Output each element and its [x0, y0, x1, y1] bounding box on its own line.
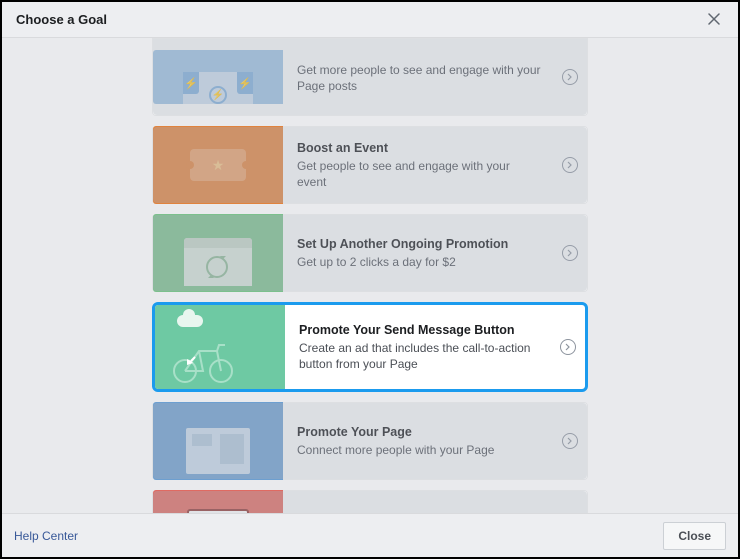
modal-header: Choose a Goal	[2, 2, 738, 38]
laptop-icon	[187, 509, 249, 513]
goal-card-promote-page[interactable]: Promote Your Page Connect more people wi…	[152, 402, 588, 480]
chevron-right-icon	[553, 433, 587, 449]
close-icon[interactable]	[704, 8, 724, 32]
goal-title: Boost an Event	[297, 140, 541, 156]
goal-thumb-website	[153, 490, 283, 513]
goal-card-boost-post[interactable]: ⚡ ⚡ ⚡ Get more people to see and engage …	[152, 38, 588, 116]
goal-thumb-promote-page	[153, 402, 283, 480]
goal-thumb-boost-post: ⚡ ⚡ ⚡	[153, 50, 283, 104]
goal-desc: Get more people to see and engage with y…	[297, 62, 541, 94]
modal-title: Choose a Goal	[16, 12, 107, 27]
goal-desc: Get up to 2 clicks a day for $2	[297, 254, 541, 270]
bolt-icon: ⚡	[183, 72, 199, 94]
goal-title: Promote Your Page	[297, 424, 541, 440]
choose-goal-modal: Choose a Goal ⚡ ⚡ ⚡	[2, 2, 738, 557]
goal-card-website-visitors[interactable]: Get More Website Visitors Create an ad t…	[152, 490, 588, 513]
goal-desc: Get people to see and engage with your e…	[297, 158, 541, 190]
modal-footer: Help Center Close	[2, 513, 738, 557]
modal-body: ⚡ ⚡ ⚡ Get more people to see and engage …	[2, 38, 738, 513]
goal-title: Get More Website Visitors	[297, 512, 541, 513]
goal-title: Promote Your Send Message Button	[299, 322, 539, 338]
goal-card-send-message[interactable]: Promote Your Send Message Button Create …	[152, 302, 588, 392]
goal-title: Set Up Another Ongoing Promotion	[297, 236, 541, 252]
bicycle-icon	[169, 339, 239, 383]
goal-list-scroll[interactable]: ⚡ ⚡ ⚡ Get more people to see and engage …	[2, 38, 738, 513]
bolt-icon: ⚡	[237, 72, 253, 94]
cycle-icon	[206, 256, 228, 278]
cloud-icon	[177, 315, 203, 327]
browser-icon	[184, 238, 252, 286]
close-button[interactable]: Close	[663, 522, 726, 550]
chevron-right-icon	[553, 157, 587, 173]
help-center-link[interactable]: Help Center	[14, 529, 78, 543]
goal-thumb-boost-event: ★	[153, 126, 283, 204]
chevron-right-icon	[553, 69, 587, 85]
star-icon: ★	[212, 157, 225, 174]
page-icon	[186, 428, 250, 474]
goal-desc: Create an ad that includes the call-to-a…	[299, 340, 539, 372]
chevron-right-icon	[551, 339, 585, 355]
goal-desc: Connect more people with your Page	[297, 442, 541, 458]
goal-thumb-ongoing	[153, 214, 283, 292]
goal-card-ongoing-promotion[interactable]: Set Up Another Ongoing Promotion Get up …	[152, 214, 588, 292]
ticket-icon: ★	[190, 149, 246, 181]
spark-icon: ⚡	[209, 86, 227, 104]
goal-card-boost-event[interactable]: ★ Boost an Event Get people to see and e…	[152, 126, 588, 204]
goal-thumb-send-message	[155, 305, 285, 389]
chevron-right-icon	[553, 245, 587, 261]
